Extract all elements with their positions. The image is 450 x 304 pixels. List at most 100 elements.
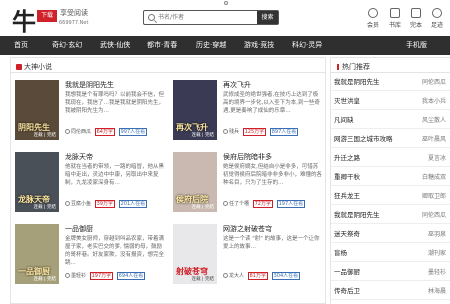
rank-author: 巫叶晨风 [421, 136, 446, 143]
nav-item-fantasy[interactable]: 奇幻·玄幻 [52, 36, 82, 55]
rank-item[interactable]: 凡间缺 风尘散人 [331, 113, 450, 129]
rank-title[interactable]: 凡间缺 [334, 113, 354, 128]
rank-item[interactable]: 传奇后卫 林海晨 [331, 284, 450, 300]
rank-item[interactable]: 盲杨 潮刊家 [331, 246, 450, 262]
author-icon [65, 201, 70, 206]
rank-item[interactable]: 灭世洪皇 我本小兵 [331, 94, 450, 110]
book-description: 金牌美女厨师，穿越到叫品农家，带着满屋子家，老实巴交的爹, 懦弱的母，鼓励的哥杯… [65, 236, 165, 266]
book-author[interactable]: 同伦西瓜 [71, 129, 91, 135]
book-title[interactable]: 一品御厨 [65, 224, 93, 234]
book-title[interactable]: 再次飞升 [223, 80, 251, 90]
book-cover[interactable]: 龙脉天帝 连载 | 完结 [15, 152, 59, 212]
rank-author: 卿取卫郎 [421, 193, 446, 200]
rank-item[interactable]: 一品御厨 墨轻衫 [331, 265, 450, 281]
logo-url: 669977.Net [59, 20, 89, 26]
book-author[interactable]: 龙大人 [229, 273, 244, 279]
logo-text: 享受阅读 [60, 9, 88, 17]
rank-title[interactable]: 盲杨 [334, 246, 347, 261]
member-link[interactable]: 会员 [365, 8, 381, 30]
nav-item-home[interactable]: 首页 [14, 36, 28, 55]
nav-item-urban[interactable]: 都市·青春 [147, 36, 177, 55]
rank-title[interactable]: 一品御厨 [334, 265, 360, 280]
book-title[interactable]: 我就是阴阳先生 [65, 80, 114, 90]
nav-item-wuxia[interactable]: 武侠·仙侠 [100, 36, 130, 55]
rank-title[interactable]: 升迁之路 [334, 151, 360, 166]
book-meta: 豆腐小鱼 39万字 201人在看 [65, 200, 165, 209]
rank-item[interactable]: 迷天祭奇 巫羽泉 [331, 227, 450, 243]
book-cover[interactable]: 一品御厨 连载 | 完结 [15, 224, 59, 284]
book-author[interactable]: 任了个槽 [229, 201, 249, 207]
rank-title[interactable]: 我就是阴阳先生 [334, 208, 380, 223]
book-card[interactable]: 龙脉天帝 连载 | 完结 龙脉天帝 他就在当者的带领，一路的暗冒，他从黑暗中走出… [15, 152, 165, 212]
sidebar-title: 热门推荐 [337, 62, 370, 72]
book-cover[interactable]: 阴阳先生 连载 | 完结 [15, 80, 59, 140]
history-link[interactable]: 足迹 [429, 8, 445, 30]
search-icon [148, 14, 155, 21]
book-title[interactable]: 龙脉天帝 [65, 152, 93, 162]
rank-item[interactable]: 网游三国之城市攻略 巫叶晨风 [331, 132, 450, 148]
author-icon [223, 273, 228, 278]
book-description: 我想我是个有罪吗吗？以前我会不信，但我现在，我信了…我是我就是阴阳先生，我被阴阳… [65, 92, 165, 114]
book-card[interactable]: 侯府后院 连载 | 完结 侯府后院暗非多 她是侯府嫡女,但结自小是非多，可惜苏初… [173, 152, 323, 212]
readers-badge: 304人在看 [271, 272, 301, 280]
nav-item-scifi[interactable]: 科幻·灵异 [292, 36, 322, 55]
rank-item[interactable]: 我就是阴阳先生 同伦西瓜 [331, 75, 450, 91]
cover-author: 连载 | 完结 [191, 205, 214, 210]
book-meta: 残兵 125万字 897人在看 [223, 128, 323, 137]
book-author[interactable]: 残兵 [229, 129, 239, 135]
rank-author: 夏言冰 [427, 155, 446, 162]
book-author[interactable]: 豆腐小鱼 [71, 201, 91, 207]
nav-item-mobile[interactable]: 手机版 [406, 36, 427, 55]
library-label: 书库 [388, 22, 401, 29]
word-count-badge: 64万字 [94, 128, 115, 136]
member-label: 会员 [366, 22, 379, 29]
book-cover[interactable]: 侯府后院 连载 | 完结 [173, 152, 217, 212]
word-count-badge: 72万字 [252, 200, 273, 208]
header: 牛 下载 享受阅读 669977.Net 搜索 会员 书库 完本 足迹 [0, 0, 450, 36]
rank-title[interactable]: 重卿干秋 [334, 170, 360, 185]
rank-item[interactable]: 重卿干秋 白糖成双 [331, 170, 450, 186]
book-cover[interactable]: 射破苍穹 连载 | 完结 [173, 224, 217, 284]
rank-author: 林海晨 [427, 288, 446, 295]
nav-item-history[interactable]: 历史·穿越 [196, 36, 226, 55]
library-link[interactable]: 书库 [387, 8, 403, 30]
member-icon [368, 8, 378, 18]
readers-badge: 197人在看 [276, 200, 306, 208]
site-logo[interactable]: 牛 下载 享受阅读 669977.Net [12, 4, 102, 36]
book-author[interactable]: 墨轻衫 [71, 273, 86, 279]
word-count-badge: 125万字 [242, 128, 267, 136]
book-cover[interactable]: 再次飞升 连载 | 完结 [173, 80, 217, 140]
rank-title[interactable]: 传奇后卫 [334, 284, 360, 299]
book-description: 她是侯府嫡女,但结自小是非多，可惜苏初觉得侯府后院暗非非多非小，难懂的各种名目，… [223, 164, 323, 186]
completed-link[interactable]: 完本 [408, 8, 424, 30]
rank-item[interactable]: 升迁之路 夏言冰 [331, 151, 450, 167]
book-meta: 同伦西瓜 64万字 997人在看 [65, 128, 165, 137]
main-nav: 首页 奇幻·玄幻 武侠·仙侠 都市·青春 历史·穿越 游戏·竞技 科幻·灵异 手… [0, 36, 450, 55]
rank-item[interactable]: 我就是阴阳先生 同伦西瓜 [331, 208, 450, 224]
rank-title[interactable]: 迷天祭奇 [334, 227, 360, 242]
cover-author: 连载 | 完结 [191, 133, 214, 138]
rank-title[interactable]: 狂兵龙王 [334, 189, 360, 204]
readers-badge: 201人在看 [118, 200, 148, 208]
author-icon [223, 201, 228, 206]
rank-title[interactable]: 网游三国之城市攻略 [334, 132, 393, 147]
top-dot-icon [224, 1, 228, 5]
word-count-badge: 81万字 [247, 272, 268, 280]
rank-item[interactable]: 狂兵龙王 卿取卫郎 [331, 189, 450, 205]
book-title[interactable]: 网游之射破苍穹 [223, 224, 272, 234]
book-card[interactable]: 射破苍穹 连载 | 完结 网游之射破苍穹 这是一个读 "射" 的故事，这是一个让… [173, 224, 323, 284]
nav-item-games[interactable]: 游戏·竞技 [244, 36, 274, 55]
search-button[interactable]: 搜索 [257, 11, 278, 24]
search-input[interactable] [158, 12, 254, 23]
book-title[interactable]: 侯府后院暗非多 [223, 152, 272, 162]
rank-author: 风尘散人 [421, 117, 446, 124]
rank-title[interactable]: 灭世洪皇 [334, 94, 360, 109]
rank-title[interactable]: 我就是阴阳先生 [334, 75, 380, 90]
book-card[interactable]: 一品御厨 连载 | 完结 一品御厨 金牌美女厨师，穿越到叫品农家，带着满屋子家，… [15, 224, 165, 284]
logo-seal: 下载 [37, 10, 57, 22]
author-icon [65, 129, 70, 134]
word-count-badge: 39万字 [94, 200, 115, 208]
book-card[interactable]: 再次飞升 连载 | 完结 再次飞升 武修成圣的绝世强者,在技巧上达到了极高的境界… [173, 80, 323, 140]
book-card[interactable]: 阴阳先生 连载 | 完结 我就是阴阳先生 我想我是个有罪吗吗？以前我会不信，但我… [15, 80, 165, 140]
author-icon [65, 273, 70, 278]
